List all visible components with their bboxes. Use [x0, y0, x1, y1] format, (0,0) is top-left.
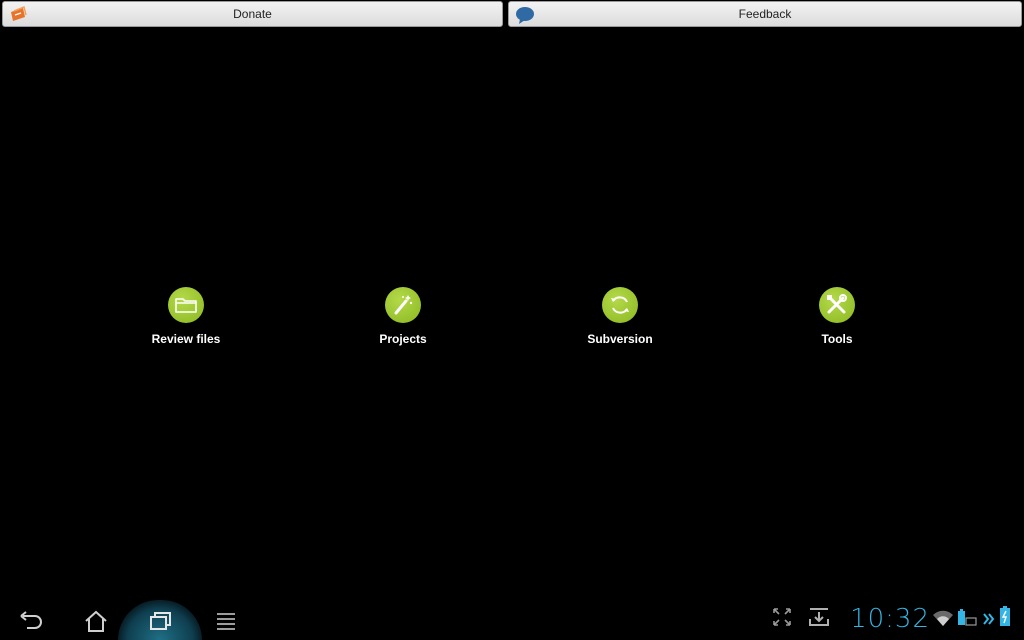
recent-apps-icon	[150, 612, 171, 630]
folder-icon	[168, 287, 204, 323]
system-navigation-bar: 10:32	[0, 600, 1024, 640]
tile-subversion[interactable]: Subversion	[560, 287, 680, 351]
menu-button[interactable]	[206, 606, 246, 636]
feedback-label: Feedback	[738, 7, 792, 21]
wifi-icon	[932, 609, 954, 632]
donate-button[interactable]: Donate	[2, 1, 503, 27]
keyboard-battery-icon	[956, 607, 978, 632]
recent-apps-button[interactable]	[140, 606, 180, 636]
tile-tools[interactable]: Tools	[777, 287, 897, 351]
menu-icon	[217, 613, 235, 630]
download-tray-icon	[809, 608, 829, 626]
donate-label: Donate	[233, 7, 272, 21]
tile-label: Subversion	[587, 332, 653, 346]
tile-label: Review files	[151, 332, 221, 346]
tools-icon	[819, 287, 855, 323]
donate-icon	[11, 5, 27, 21]
tile-label: Projects	[379, 332, 427, 346]
top-action-bar: Donate Feedback	[0, 0, 1024, 30]
fullscreen-toggle[interactable]	[772, 607, 792, 632]
chevron-right-icon	[982, 611, 996, 632]
back-button[interactable]	[12, 606, 52, 636]
tile-projects[interactable]: Projects	[343, 287, 463, 351]
home-icon	[85, 610, 107, 632]
expand-icon	[773, 608, 791, 626]
tile-review-files[interactable]: Review files	[126, 287, 246, 351]
back-icon	[20, 611, 42, 629]
battery-charging-icon	[998, 605, 1012, 632]
clock: 10:32	[850, 604, 930, 634]
feedback-button[interactable]: Feedback	[508, 1, 1022, 27]
home-button[interactable]	[76, 606, 116, 636]
magic-wand-icon	[385, 287, 421, 323]
sync-icon	[602, 287, 638, 323]
tile-label: Tools	[821, 332, 853, 346]
speech-bubble-icon	[516, 7, 534, 24]
download-notification[interactable]	[808, 605, 830, 632]
